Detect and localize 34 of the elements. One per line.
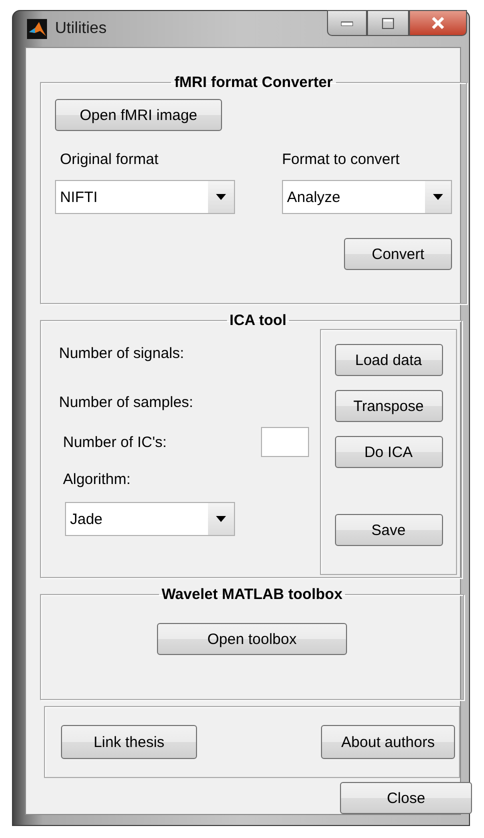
original-format-dropdown[interactable]: NIFTI — [55, 180, 235, 214]
maximize-icon — [382, 18, 394, 28]
close-button[interactable] — [409, 10, 467, 36]
close-dialog-button[interactable]: Close — [340, 782, 472, 814]
caret-icon — [433, 194, 443, 200]
maximize-button[interactable] — [367, 10, 409, 36]
panel-title: Wavelet MATLAB toolbox — [160, 586, 344, 603]
samples-label: Number of samples: — [59, 394, 194, 411]
open-toolbox-button[interactable]: Open toolbox — [157, 623, 347, 655]
action-button[interactable]: Save — [334, 514, 442, 546]
convert-button[interactable]: Convert — [344, 238, 452, 270]
app-logo-icon — [27, 19, 47, 39]
algorithm-label: Algorithm: — [62, 471, 132, 488]
panel-title: ICA tool — [228, 312, 288, 329]
panel-title: fMRI format Converter — [173, 74, 334, 91]
action-button[interactable]: Load data — [334, 344, 442, 376]
minimize-icon — [341, 20, 353, 26]
window-title: Utilities — [55, 20, 107, 38]
action-button[interactable]: Transpose — [334, 390, 442, 422]
target-format-dropdown[interactable]: Analyze — [282, 180, 452, 214]
open-image-button[interactable]: Open fMRI image — [55, 99, 222, 131]
ics-input-field[interactable] — [261, 427, 309, 457]
link-button[interactable]: Link thesis — [61, 725, 197, 759]
action-button[interactable]: Do ICA — [334, 436, 442, 468]
original-format-label: Original format — [60, 151, 160, 168]
ics-label: Number of IC's: — [63, 434, 167, 450]
close-icon — [431, 17, 445, 29]
target-format-label: Format to convert — [282, 151, 401, 168]
signals-label: Number of signals: — [59, 345, 186, 362]
algorithm-dropdown[interactable]: Jade — [65, 502, 235, 536]
link-button[interactable]: About authors — [321, 725, 455, 759]
caret-icon — [216, 194, 226, 200]
minimize-button[interactable] — [327, 10, 367, 36]
caret-icon — [216, 516, 226, 522]
